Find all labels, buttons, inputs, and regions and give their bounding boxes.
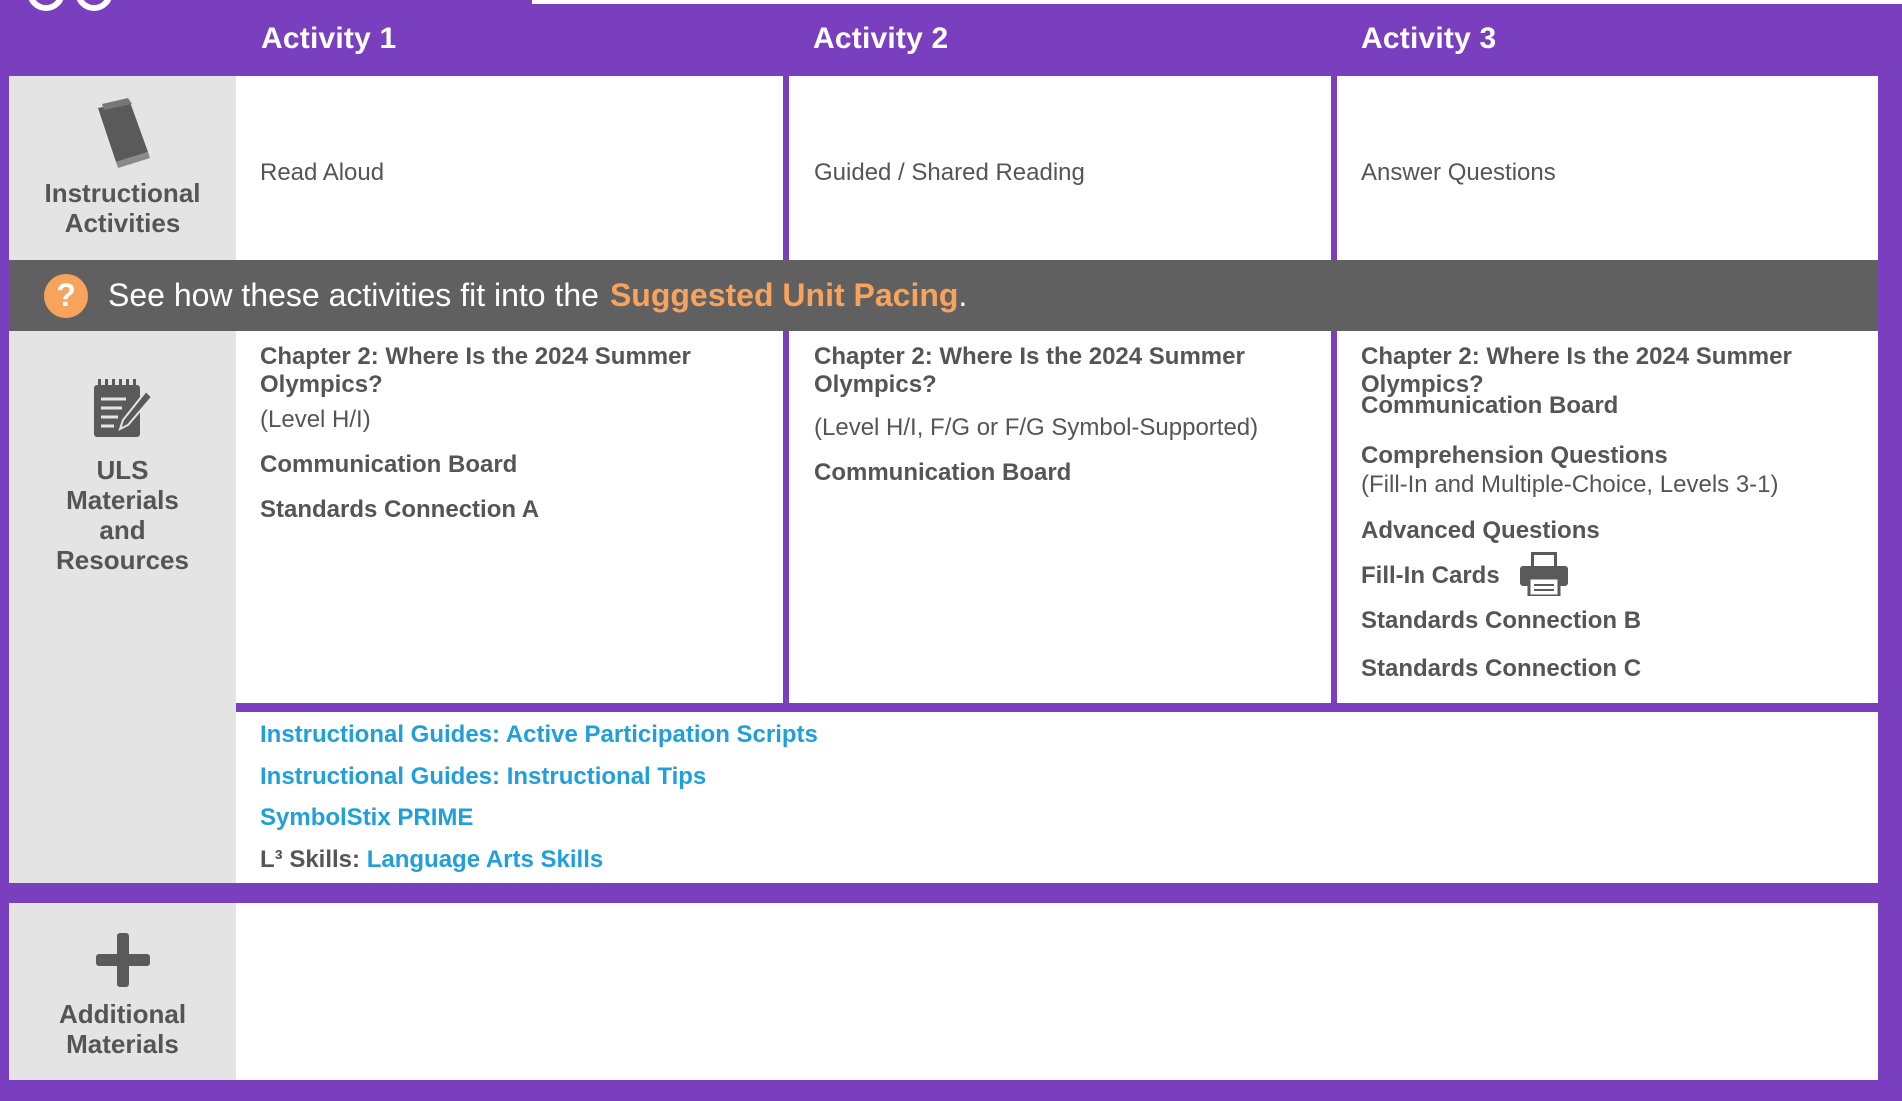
level-text: (Level H/I, F/G or F/G Symbol-Supported)	[814, 414, 1259, 441]
chapter-link-col3[interactable]: Chapter 2: Where Is the 2024 Summer Olym…	[1361, 343, 1792, 399]
uls-col-1: Chapter 2: Where Is the 2024 Summer Olym…	[236, 331, 783, 703]
chapter-line2: Olympics?	[260, 371, 383, 398]
standards-connection-c-link[interactable]: Standards Connection C	[1361, 655, 1641, 683]
fill-in-cards-link[interactable]: Fill-In Cards	[1361, 562, 1500, 590]
activity-2-header: Activity 2	[813, 22, 949, 55]
standards-connection-b-link[interactable]: Standards Connection B	[1361, 607, 1641, 635]
activity-1-text: Read Aloud	[260, 159, 385, 186]
activity-3-cell: Answer Questions	[1337, 76, 1878, 260]
symbolstix-prime-link[interactable]: SymbolStix PRIME	[260, 804, 473, 832]
notepad-icon	[93, 379, 153, 437]
additional-materials-label: Additional Materials	[9, 903, 236, 1080]
comprehension-questions-link[interactable]: Comprehension Questions	[1361, 442, 1668, 470]
uls-col-3: Chapter 2: Where Is the 2024 Summer Olym…	[1337, 331, 1878, 703]
brand-logo	[28, 0, 112, 11]
additional-label-line1: Additional	[58, 999, 187, 1029]
activity-2-text: Guided / Shared Reading	[814, 159, 1085, 186]
activity-3-text: Answer Questions	[1361, 159, 1556, 186]
communication-board-link[interactable]: Communication Board	[814, 459, 1071, 487]
instructional-label-line2: Activities	[64, 208, 181, 238]
chapter-line1: Chapter 2: Where Is the 2024 Summer	[1361, 343, 1792, 370]
comprehension-subtext: (Fill-In and Multiple-Choice, Levels 3-1…	[1361, 471, 1779, 498]
top-strip	[532, 0, 1902, 4]
communication-board-link[interactable]: Communication Board	[1361, 392, 1618, 420]
additional-label-line2: Materials	[66, 1029, 179, 1059]
chapter-link-col1[interactable]: Chapter 2: Where Is the 2024 Summer Olym…	[260, 343, 691, 399]
pacing-suffix: .	[958, 277, 968, 313]
printer-icon[interactable]	[1520, 552, 1568, 596]
question-mark-icon: ?	[44, 273, 88, 318]
uls-label-line3: and	[99, 515, 146, 545]
additional-materials-content	[236, 903, 1878, 1080]
uls-materials-label: ULS Materials and Resources	[9, 331, 236, 883]
advanced-questions-link[interactable]: Advanced Questions	[1361, 517, 1600, 545]
book-icon	[94, 98, 150, 168]
communication-board-link[interactable]: Communication Board	[260, 451, 517, 479]
activity-2-cell: Guided / Shared Reading	[789, 76, 1331, 260]
activity-3-header: Activity 3	[1361, 22, 1497, 55]
language-arts-skills-link[interactable]: Language Arts Skills	[367, 846, 604, 873]
guides-area: Instructional Guides: Active Participati…	[236, 712, 1878, 883]
pacing-banner: ? See how these activities fit into the …	[9, 260, 1878, 331]
activity-1-header: Activity 1	[261, 22, 397, 55]
uls-col-2: Chapter 2: Where Is the 2024 Summer Olym…	[789, 331, 1331, 703]
l3-skills-label: L³ Skills:	[260, 846, 361, 873]
uls-label-line1: ULS	[96, 455, 149, 485]
l3-skills-line: L³ Skills: Language Arts Skills	[260, 846, 603, 874]
instructional-label-line1: Instructional	[44, 178, 201, 208]
suggested-unit-pacing-link[interactable]: Suggested Unit Pacing	[610, 277, 958, 314]
level-text: (Level H/I)	[260, 406, 371, 433]
chapter-link-col2[interactable]: Chapter 2: Where Is the 2024 Summer Olym…	[814, 343, 1245, 399]
chapter-line1: Chapter 2: Where Is the 2024 Summer	[260, 343, 691, 370]
instructional-tips-link[interactable]: Instructional Guides: Instructional Tips	[260, 763, 706, 791]
active-participation-scripts-link[interactable]: Instructional Guides: Active Participati…	[260, 721, 818, 749]
uls-label-line4: Resources	[56, 545, 189, 575]
plus-icon	[95, 933, 150, 987]
uls-label-line2: Materials	[66, 485, 179, 515]
chapter-line2: Olympics?	[814, 371, 937, 398]
instructional-activities-label: Instructional Activities	[9, 76, 236, 260]
activity-1-cell: Read Aloud	[236, 76, 783, 260]
chapter-line1: Chapter 2: Where Is the 2024 Summer	[814, 343, 1245, 370]
pacing-text: See how these activities fit into the	[108, 277, 599, 313]
standards-connection-a-link[interactable]: Standards Connection A	[260, 496, 539, 524]
